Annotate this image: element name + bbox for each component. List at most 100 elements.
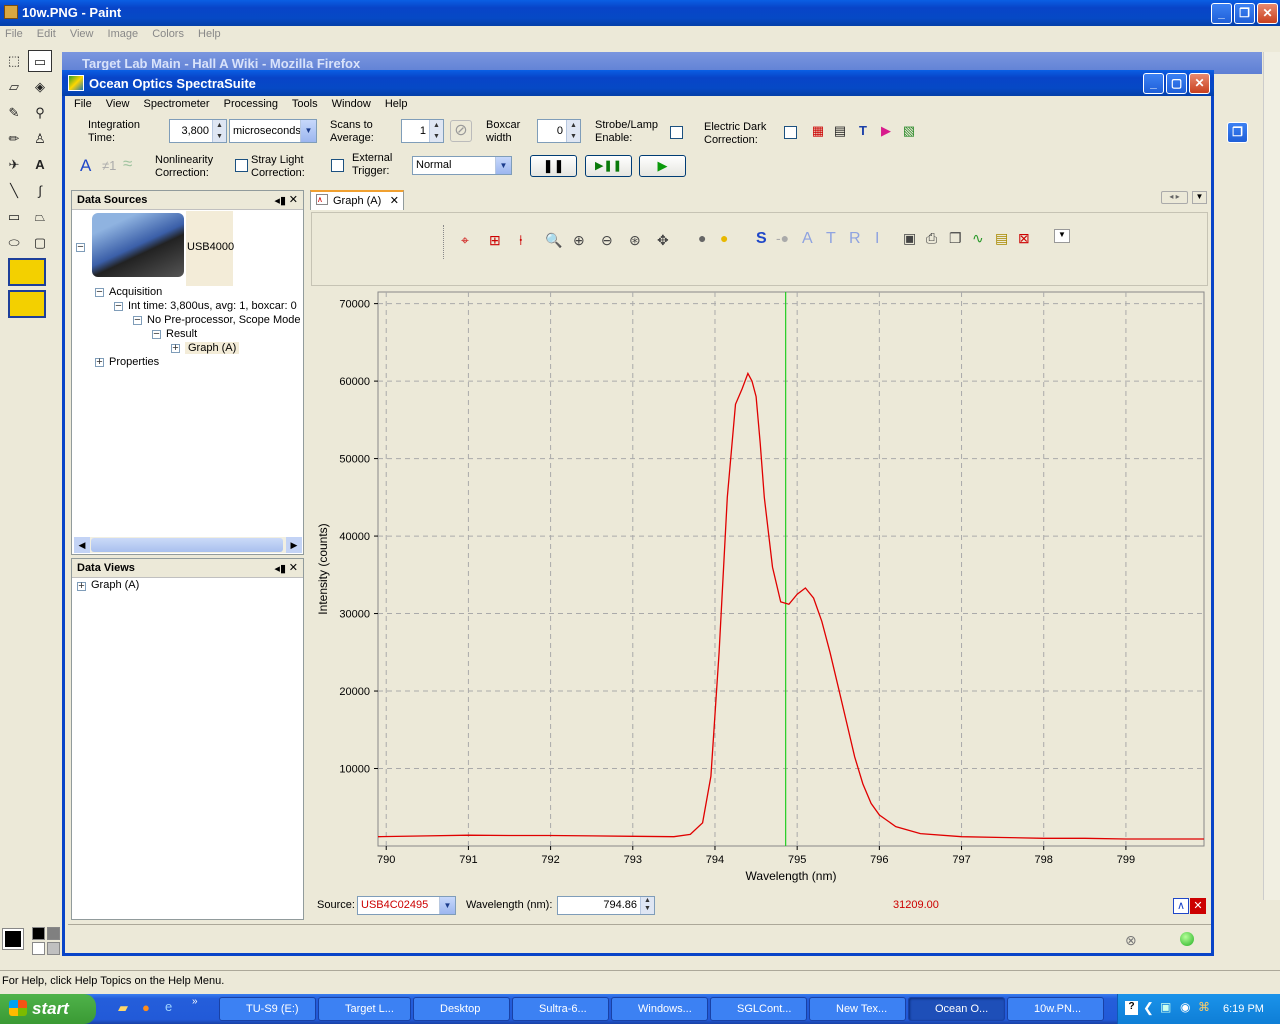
save-icon[interactable]: ▣ <box>903 230 916 247</box>
paint-menu-help[interactable]: Help <box>198 28 221 40</box>
scroll-left-arrow[interactable]: ◀ <box>74 537 90 553</box>
electric-dark-checkbox[interactable] <box>784 126 797 139</box>
text-view-icon[interactable]: T <box>851 120 875 142</box>
boxcar-spin-arrows[interactable]: ▲ ▼ <box>566 120 580 142</box>
task-sglcont[interactable]: SGLCont... <box>710 997 807 1021</box>
integration-unit-select[interactable]: microseconds ▼ <box>229 119 317 143</box>
ellipse-icon[interactable]: ⬭ <box>2 232 26 254</box>
task-newtext[interactable]: New Tex... <box>809 997 906 1021</box>
source-select[interactable]: USB4C02495 ▼ <box>357 896 456 915</box>
overlay-view-icon[interactable]: ▧ <box>897 120 921 142</box>
task-sultra[interactable]: Sultra-6... <box>512 997 609 1021</box>
close-icon[interactable]: ✕ <box>289 561 298 574</box>
paint-close-button[interactable]: ✕ <box>1257 3 1278 24</box>
firefox-restore-button[interactable]: ❐ <box>1227 122 1248 143</box>
wavelength-spin-arrows[interactable]: ▲ ▼ <box>640 897 654 914</box>
scroll-right-arrow[interactable]: ▶ <box>286 537 302 553</box>
chevron-down-icon[interactable]: ▼ <box>439 897 455 914</box>
free-select-icon[interactable]: ⬚ <box>2 50 26 72</box>
tree-collapse-result[interactable]: − <box>152 329 161 340</box>
disable-icon[interactable]: ⊘ <box>450 120 472 142</box>
pin-icon[interactable]: ◂▮ <box>274 562 286 575</box>
rounded-rect-icon[interactable]: ▢ <box>28 232 52 254</box>
crosshair-icon[interactable]: ⌖ <box>461 232 469 249</box>
tree-properties[interactable]: Properties <box>109 356 159 368</box>
zoom-reset-icon[interactable]: ⊛ <box>629 232 641 249</box>
quick-launch-firefox-icon[interactable]: ● <box>142 1000 150 1015</box>
integration-spin-arrows[interactable]: ▲ ▼ <box>212 120 226 142</box>
tree-preprocessor[interactable]: No Pre-processor, Scope Mode <box>147 314 300 326</box>
tab-menu-icon[interactable]: ▼ <box>1192 191 1207 204</box>
chevron-down-icon[interactable]: ▼ <box>495 157 511 174</box>
play-button[interactable]: ▶ <box>639 155 686 177</box>
tree-expand-properties[interactable]: + <box>95 357 104 368</box>
pin-icon[interactable]: ◂▮ <box>274 194 286 207</box>
not-equal-icon[interactable]: ≠1 <box>102 158 116 173</box>
selection-mode-transparent-icon[interactable] <box>8 290 46 318</box>
single-step-button[interactable]: ▶❚❚ <box>585 155 632 177</box>
device-name[interactable]: USB4000 <box>187 241 234 253</box>
reflection-letter[interactable]: R <box>849 230 861 248</box>
task-desktop[interactable]: Desktop <box>413 997 510 1021</box>
brush-icon[interactable]: ♙ <box>28 128 52 150</box>
fill-icon[interactable]: ◈ <box>28 76 52 98</box>
tray-expand-icon[interactable]: ❮ <box>1143 1000 1154 1016</box>
clear-peak-icon[interactable]: ✕ <box>1190 898 1206 914</box>
eraser-icon[interactable]: ▱ <box>2 76 26 98</box>
paint-maximize-button[interactable]: ❐ <box>1234 3 1255 24</box>
curve-icon[interactable]: ∫ <box>28 180 52 202</box>
airbrush-icon[interactable]: ✈ <box>2 154 26 176</box>
rectangle-icon[interactable]: ▭ <box>2 206 26 228</box>
spectra-menu-tools[interactable]: Tools <box>292 98 318 110</box>
tray-java-icon[interactable]: ⌘ <box>1198 1000 1210 1014</box>
tree-collapse-device[interactable]: − <box>76 242 85 253</box>
spectrum-file-icon[interactable]: ▤ <box>995 230 1008 247</box>
pencil-icon[interactable]: ✏ <box>2 128 26 150</box>
zoom-region-icon[interactable]: 🔍 <box>545 232 562 249</box>
irradiance-letter[interactable]: I <box>875 230 879 248</box>
peak-icon[interactable]: ∧ <box>1173 898 1189 914</box>
zoom-y-icon[interactable]: ⍿ <box>519 232 523 249</box>
picker-icon[interactable]: ✎ <box>2 102 26 124</box>
tray-network-icon[interactable]: ▣ <box>1160 1000 1171 1014</box>
graph-view-icon[interactable]: ▦ <box>806 120 830 142</box>
palette-gray[interactable] <box>47 927 60 940</box>
bulb-on-icon[interactable]: ● <box>720 230 728 246</box>
transmission-letter[interactable]: T <box>826 230 836 248</box>
scans-average-spinner[interactable]: 1 ▲ ▼ <box>401 119 444 143</box>
overlay-icon[interactable]: ∿ <box>972 230 984 247</box>
tray-volume-icon[interactable]: ◉ <box>1180 1000 1190 1014</box>
integration-time-spinner[interactable]: 3,800 ▲ ▼ <box>169 119 227 143</box>
font-icon[interactable]: A <box>80 156 91 176</box>
bulb-off-icon[interactable]: ● <box>698 230 706 246</box>
paint-menu-view[interactable]: View <box>70 28 94 40</box>
spectra-close-button[interactable]: ✕ <box>1189 73 1210 94</box>
task-firefox[interactable]: Target L... <box>318 997 411 1021</box>
quick-launch-folder-icon[interactable]: ▰ <box>118 1000 128 1016</box>
spectra-menu-help[interactable]: Help <box>385 98 408 110</box>
view-graph-item[interactable]: Graph (A) <box>91 579 139 591</box>
tree-expand-graph[interactable]: + <box>171 343 180 354</box>
bulb-dim-icon[interactable]: -● <box>776 230 789 246</box>
text-tool-icon[interactable]: A <box>28 154 52 176</box>
task-windows[interactable]: Windows... <box>611 997 708 1021</box>
tree-graph[interactable]: Graph (A) <box>185 342 240 354</box>
spectra-menu-view[interactable]: View <box>106 98 130 110</box>
tree-collapse-preproc[interactable]: − <box>133 315 142 326</box>
paint-menu-colors[interactable]: Colors <box>152 28 184 40</box>
quick-launch-more-icon[interactable]: » <box>192 996 198 1007</box>
pan-icon[interactable]: ✥ <box>657 232 669 249</box>
line-icon[interactable]: ╲ <box>2 180 26 202</box>
paint-minimize-button[interactable]: _ <box>1211 3 1232 24</box>
strobe-lamp-checkbox[interactable] <box>670 126 683 139</box>
horizontal-scrollbar[interactable]: ◀ ▶ <box>74 537 302 553</box>
absorbance-letter[interactable]: A <box>802 230 813 248</box>
tree-expand-view-graph[interactable]: + <box>77 581 86 592</box>
print-icon[interactable]: ⎙ <box>926 230 937 247</box>
task-drive[interactable]: TU-S9 (E:) <box>219 997 316 1021</box>
palette-black[interactable] <box>32 927 45 940</box>
task-ocean-active[interactable]: Ocean O... <box>908 997 1005 1021</box>
trigger-mode-select[interactable]: Normal ▼ <box>412 156 512 175</box>
spectra-menu-processing[interactable]: Processing <box>224 98 278 110</box>
spectra-menu-file[interactable]: File <box>74 98 92 110</box>
